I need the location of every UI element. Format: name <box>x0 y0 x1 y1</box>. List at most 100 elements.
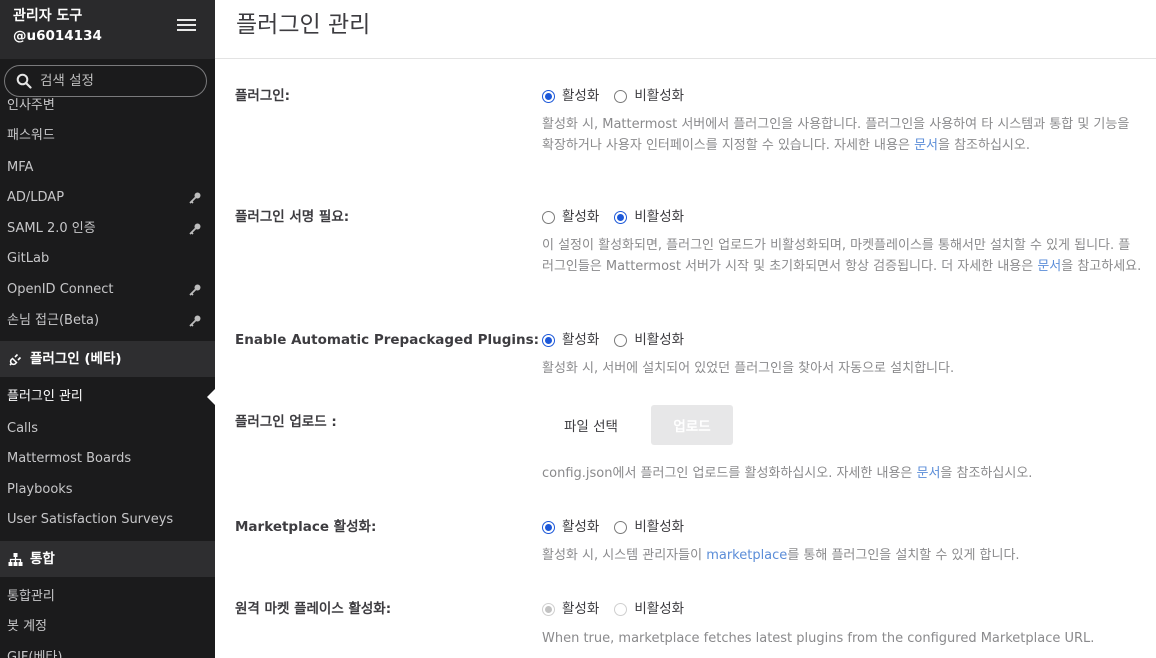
radio-unchecked-icon <box>614 520 628 534</box>
sidebar-item-plugin-management[interactable]: 플러그인 관리 <box>0 382 215 412</box>
sidebar-item-gitlab[interactable]: GitLab <box>0 244 215 274</box>
setting-label: 플러그인: <box>235 88 291 104</box>
radio-label: 활성화 <box>562 209 600 225</box>
sidebar-item-calls[interactable]: Calls <box>0 414 215 444</box>
radio-label: 활성화 <box>562 519 600 535</box>
radio-label: 비활성화 <box>634 332 685 348</box>
sidebar-item-saml[interactable]: SAML 2.0 인증 <box>0 214 215 244</box>
radio-checked-icon <box>542 520 555 534</box>
sidebar-item-surveys[interactable]: User Satisfaction Surveys <box>0 505 215 535</box>
sidebar-item-mfa[interactable]: MFA <box>0 153 215 183</box>
sidebar-item-guest-access[interactable]: 손님 접근(Beta) <box>0 306 215 336</box>
page-header: 플러그인 관리 <box>215 0 1156 59</box>
radio-group: 활성화 비활성화 <box>542 207 694 228</box>
help-text: 을 참조하십시오. <box>938 137 1030 153</box>
radio-checked-icon <box>542 89 555 103</box>
radio-checked-icon <box>542 602 555 616</box>
sidebar-item-label: 손님 접근(Beta) <box>7 313 100 328</box>
radio-unchecked-icon <box>614 602 628 616</box>
sidebar-item-partial[interactable]: 인사주변 <box>0 91 215 121</box>
sidebar-item-password[interactable]: 패스워드 <box>0 121 215 151</box>
radio-label: 비활성화 <box>634 519 685 535</box>
radio-group: 활성화 비활성화 <box>542 517 694 538</box>
setting-label: 플러그인 서명 필요: <box>235 209 350 225</box>
docs-link[interactable]: 문서 <box>917 466 941 481</box>
radio-group: 활성화 비활성화 <box>542 86 694 107</box>
setting-label: 플러그인 업로드 : <box>235 414 337 430</box>
section-label: 통합 <box>30 551 55 567</box>
setting-help: 활성화 시, 서버에 설치되어 있었던 플러그인을 찾아서 자동으로 설치합니다… <box>542 361 955 376</box>
search-input[interactable] <box>40 70 200 92</box>
help-text: 활성화 시, Mattermost 서버에서 플러그인을 사용합니다. 플러그인… <box>542 117 1130 153</box>
menu-icon[interactable] <box>177 19 196 35</box>
radio-label: 비활성화 <box>634 209 685 225</box>
sidebar-item-label: MFA <box>7 160 34 175</box>
plug-icon <box>9 353 22 366</box>
choose-file-button[interactable]: 파일 선택 <box>542 405 640 445</box>
sidebar-item-label: 인사주변 <box>7 98 55 113</box>
docs-link[interactable]: 문서 <box>1037 259 1061 274</box>
radio-unchecked-icon <box>614 333 628 347</box>
sidebar-item-playbooks[interactable]: Playbooks <box>0 475 215 505</box>
setting-label: 원격 마켓 플레이스 활성화: <box>235 601 392 617</box>
marketplace-link[interactable]: marketplace <box>706 548 787 563</box>
setting-help: 이 설정이 활성화되면, 플러그인 업로드가 비활성화되며, 마켓플레이스를 통… <box>542 236 1142 277</box>
radio-signature-enable[interactable]: 활성화 <box>542 207 599 227</box>
radio-checked-icon <box>614 210 628 224</box>
radio-group: 활성화 비활성화 <box>542 330 694 351</box>
sidebar-item-openid[interactable]: OpenID Connect <box>0 275 215 305</box>
radio-prepackaged-enable[interactable]: 활성화 <box>542 330 599 350</box>
sidebar-item-label: SAML 2.0 인증 <box>7 221 96 236</box>
sidebar-item-label: 봇 계정 <box>7 619 48 634</box>
upload-button[interactable]: 업로드 <box>651 405 733 445</box>
help-text: 을 참조하십시오. <box>940 466 1033 481</box>
search-icon <box>16 73 32 89</box>
radio-remote-enable[interactable]: 활성화 <box>542 599 599 619</box>
radio-label: 비활성화 <box>634 601 685 617</box>
sitemap-icon <box>8 553 23 566</box>
radio-remote-disable[interactable]: 비활성화 <box>614 599 684 619</box>
help-text: 을 참고하세요. <box>1061 258 1142 274</box>
sidebar-item-label: Calls <box>7 421 39 436</box>
radio-checked-icon <box>542 333 555 347</box>
radio-unchecked-icon <box>614 89 628 103</box>
key-icon <box>189 192 201 204</box>
sidebar-item-adldap[interactable]: AD/LDAP <box>0 183 215 213</box>
radio-plugins-enable[interactable]: 활성화 <box>542 86 599 106</box>
help-text: 를 통해 플러그인을 설치할 수 있게 합니다. <box>787 548 1020 563</box>
radio-prepackaged-disable[interactable]: 비활성화 <box>614 330 684 350</box>
radio-group: 활성화 비활성화 <box>542 599 694 620</box>
sidebar-item-integration-management[interactable]: 통합관리 <box>0 582 215 612</box>
section-integrations: 통합 <box>0 541 215 577</box>
section-label: 플러그인 (베타) <box>30 351 122 367</box>
radio-marketplace-disable[interactable]: 비활성화 <box>614 517 684 537</box>
radio-plugins-disable[interactable]: 비활성화 <box>614 86 684 106</box>
main-content: 플러그인 관리 플러그인: 활성화 비활성화 활성화 시, Mattermost… <box>215 0 1156 658</box>
setting-label: Marketplace 활성화: <box>235 519 377 535</box>
radio-label: 활성화 <box>562 601 600 617</box>
docs-link[interactable]: 문서 <box>914 138 938 153</box>
key-icon <box>189 223 201 235</box>
sidebar-item-label: AD/LDAP <box>7 190 65 205</box>
radio-marketplace-enable[interactable]: 활성화 <box>542 517 599 537</box>
setting-help: When true, marketplace fetches latest pl… <box>542 631 1095 646</box>
radio-label: 비활성화 <box>634 88 685 104</box>
sidebar-item-label: 패스워드 <box>7 128 55 143</box>
setting-help: 활성화 시, Mattermost 서버에서 플러그인을 사용합니다. 플러그인… <box>542 115 1142 156</box>
sidebar-nav: 인사주변 패스워드 MFA AD/LDAP SAML 2.0 인증 GitLab… <box>0 98 215 658</box>
radio-signature-disable[interactable]: 비활성화 <box>614 207 684 227</box>
sidebar-item-bot-accounts[interactable]: 봇 계정 <box>0 612 215 642</box>
sidebar-item-label: OpenID Connect <box>7 282 114 297</box>
setting-help: 활성화 시, 시스템 관리자들이 marketplace를 통해 플러그인을 설… <box>542 546 1142 567</box>
sidebar-item-label: 통합관리 <box>7 589 55 604</box>
sidebar-item-label: User Satisfaction Surveys <box>7 512 174 527</box>
key-icon <box>189 315 201 327</box>
help-text: 활성화 시, 시스템 관리자들이 <box>542 548 707 563</box>
sidebar-item-mattermost-boards[interactable]: Mattermost Boards <box>0 444 215 474</box>
sidebar-item-gif[interactable]: GIF(베타) <box>0 643 215 658</box>
sidebar-item-label: Mattermost Boards <box>7 451 132 466</box>
admin-sidebar: 관리자 도구 @u6014134 인사주변 패스워드 MFA AD/LDAP S… <box>0 0 215 658</box>
sidebar-item-label: 플러그인 관리 <box>7 389 83 404</box>
radio-label: 활성화 <box>562 88 600 104</box>
page-title: 플러그인 관리 <box>236 12 371 38</box>
